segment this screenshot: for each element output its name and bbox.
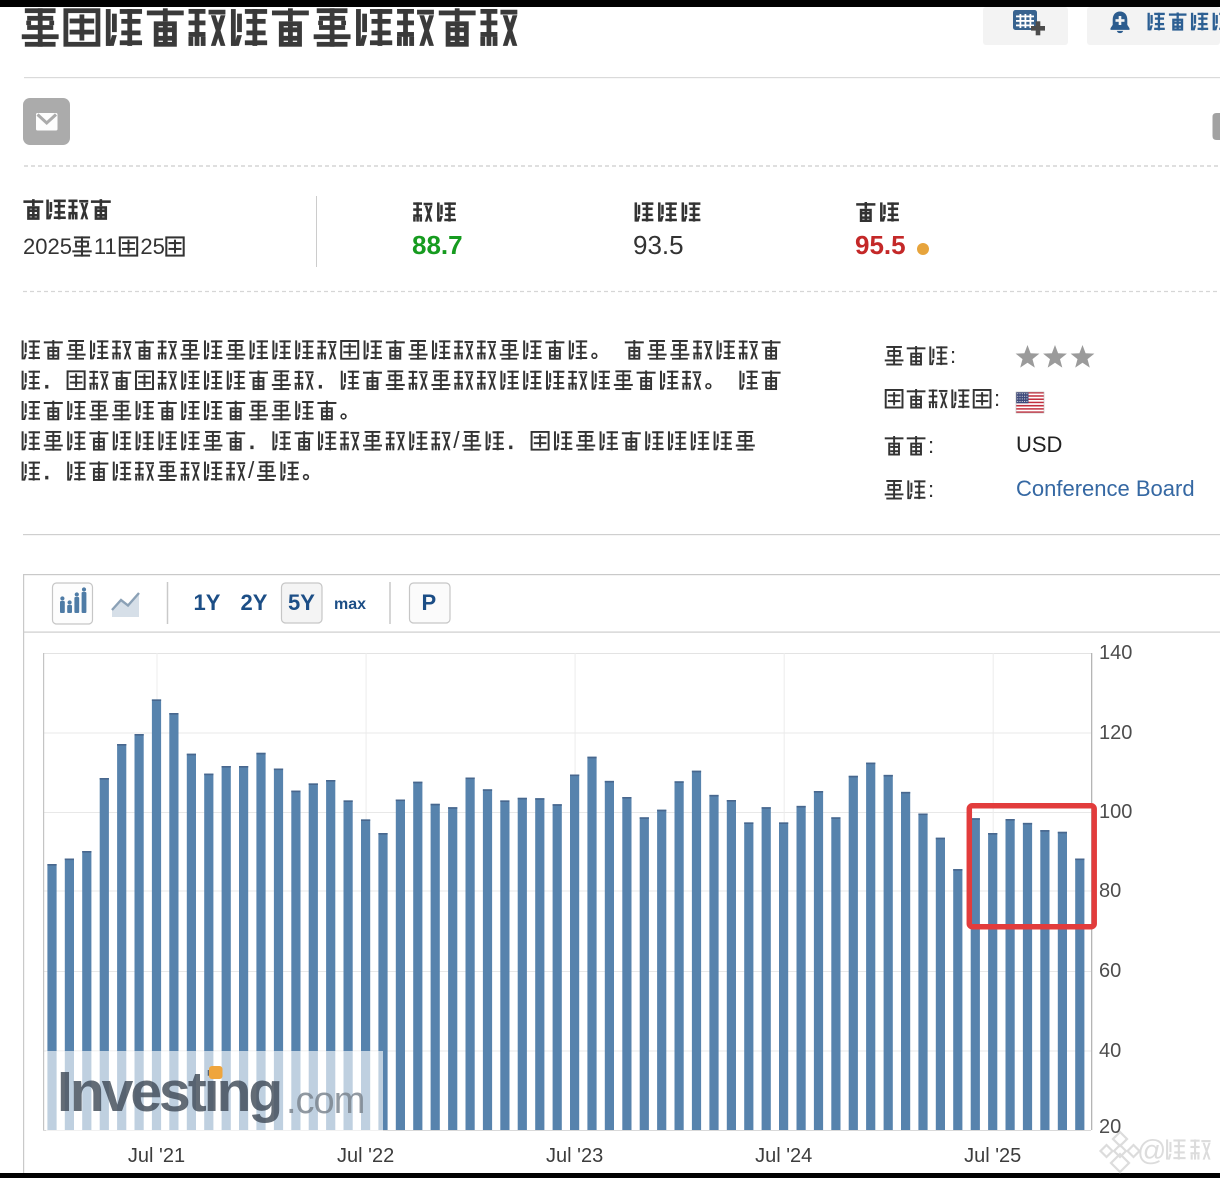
svg-text::: : <box>928 433 934 458</box>
svg-text::: : <box>994 386 1000 411</box>
svg-text::: : <box>950 343 956 368</box>
svg-text:@: @ <box>1137 1135 1166 1167</box>
svg-text:/: / <box>453 427 460 453</box>
svg-text:.com: .com <box>286 1080 364 1122</box>
svg-text:Investing: Investing <box>57 1060 280 1124</box>
svg-text::: : <box>928 477 934 502</box>
svg-text:25: 25 <box>140 234 164 259</box>
svg-text:11: 11 <box>94 234 117 259</box>
svg-text:/: / <box>248 457 255 483</box>
svg-text:2025: 2025 <box>23 234 72 259</box>
